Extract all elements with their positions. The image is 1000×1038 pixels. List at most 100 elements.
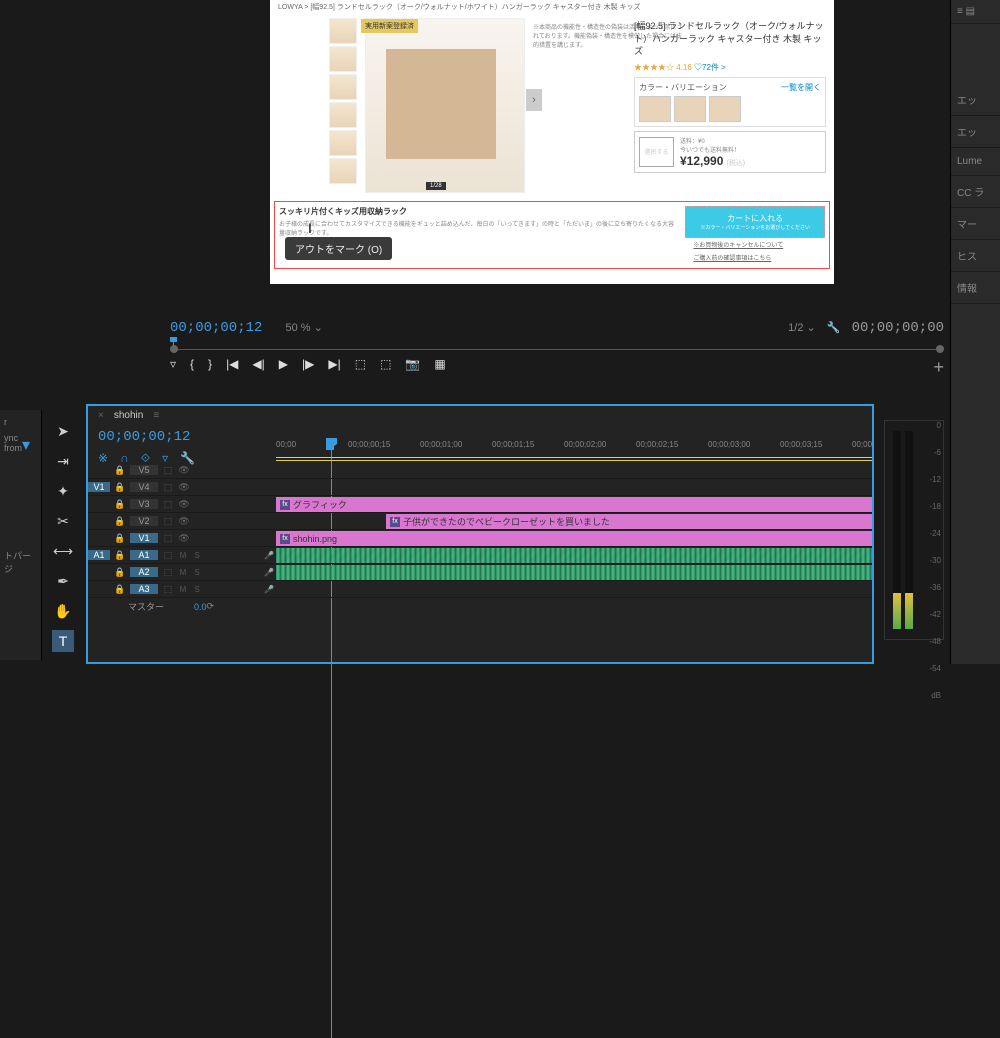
ruler-tick: 00;00;01;00	[420, 440, 462, 449]
track-header-v1[interactable]: 🔒V1⬚👁	[88, 530, 276, 547]
panel-text: トパージ	[4, 546, 37, 578]
shipping-note: 今いつでも送料無料！	[680, 145, 745, 154]
slip-tool-icon[interactable]: ⟷	[52, 540, 74, 562]
timeline-toolbar: ➤ ⇥ ✦ ✂ ⟷ ✒ ✋ T	[48, 420, 78, 652]
mark-out-icon[interactable]: }	[208, 357, 212, 378]
registered-badge: 実用新案登録済	[361, 19, 418, 33]
pen-tool-icon[interactable]: ✒	[52, 570, 74, 592]
ruler-tick: 00;00	[276, 440, 296, 449]
marker-icon[interactable]: ▾	[22, 435, 30, 455]
sequence-tab[interactable]: shohin	[114, 410, 143, 421]
cart-note: ※お買物後のキャンセルについて	[685, 238, 825, 251]
variation-label: カラー・バリエーション一覧を開く	[639, 82, 821, 93]
razor-tool-icon[interactable]: ✂	[52, 510, 74, 532]
mini-scrubber[interactable]	[170, 339, 944, 353]
track-header-v4[interactable]: V1🔒V4⬚👁	[88, 479, 276, 496]
comparison-icon[interactable]: ▦	[434, 357, 445, 378]
mark-in-icon[interactable]: {	[190, 357, 194, 378]
description-title: スッキリ片付くキッズ用収納ラック	[279, 206, 677, 217]
panel-tab-essential2[interactable]: エッ	[951, 116, 1000, 148]
clip-graphic[interactable]: fxグラフィック	[276, 497, 872, 512]
panel-text: ync from	[4, 430, 37, 456]
track-header-a2[interactable]: 🔒A2⬚MS🎤	[88, 564, 276, 581]
hand-tool-icon[interactable]: ✋	[52, 600, 74, 622]
panel-tab-icons[interactable]: ≡ ▤	[951, 0, 1000, 24]
ruler-tick: 00;00;00;15	[348, 440, 390, 449]
select-button: 選択する	[639, 137, 674, 167]
lift-icon[interactable]: ⬚	[355, 357, 366, 378]
product-title: [幅92.5] ランドセルラック（オーク/ウォルナット）ハンガーラック キャスタ…	[634, 20, 826, 58]
play-icon[interactable]: ▶	[279, 357, 288, 378]
step-back-icon[interactable]: ◀|	[252, 357, 264, 378]
right-side-panel: ≡ ▤ エッ エッ Lume CC ラ マー ヒス 情報	[950, 0, 1000, 664]
thumbnail	[329, 130, 357, 156]
playback-controls: ▿ { } |◀ ◀| ▶ |▶ ▶| ⬚ ⬚ 📷 ▦ +	[170, 357, 944, 378]
master-track[interactable]: マスター0.0⟳	[88, 598, 276, 615]
extract-icon[interactable]: ⬚	[380, 357, 391, 378]
duration-timecode: 00;00;00;00	[852, 320, 944, 336]
text-cursor-icon: I	[308, 220, 312, 236]
add-marker-icon[interactable]: ▿	[170, 357, 176, 378]
preview-thumbnail-strip	[329, 18, 357, 193]
variation-thumb	[639, 96, 671, 122]
add-button-icon[interactable]: +	[933, 357, 944, 378]
clip-video[interactable]: fxshohin.png	[276, 531, 872, 546]
ruler-tick: 00;00;03;00	[708, 440, 750, 449]
panel-tab-cc[interactable]: CC ラ	[951, 176, 1000, 208]
panel-tab-markers[interactable]: マー	[951, 208, 1000, 240]
next-image-icon: ›	[526, 89, 542, 111]
clip-subtitle[interactable]: fx子供ができたのでベビークローゼットを買いました	[386, 514, 872, 529]
timeline-timecode[interactable]: 00;00;00;12	[88, 425, 200, 449]
ruler-tick: 00;00;03;15	[780, 440, 822, 449]
zoom-dropdown[interactable]: 50 % ⌄	[285, 322, 322, 334]
ruler-tick: 00;00;	[852, 440, 874, 449]
preview-breadcrumb: LOWYA > [幅92.5] ランドセルラック（オーク/ウォルナット/ホワイト…	[270, 0, 834, 14]
go-to-in-icon[interactable]: |◀	[226, 357, 238, 378]
thumbnail	[329, 158, 357, 184]
project-panel-fragment: r ync from トパージ	[0, 410, 42, 660]
price-box: 選択する 送料：¥0 今いつでも送料無料！ ¥12,990 (税込)	[634, 131, 826, 173]
track-header-v3[interactable]: 🔒V3⬚👁	[88, 496, 276, 513]
type-tool-icon[interactable]: T	[52, 630, 74, 652]
go-to-out-icon[interactable]: ▶|	[328, 357, 340, 378]
variation-thumb	[674, 96, 706, 122]
selection-tool-icon[interactable]: ➤	[52, 420, 74, 442]
thumbnail	[329, 74, 357, 100]
step-forward-icon[interactable]: |▶	[302, 357, 314, 378]
meter-right	[905, 431, 913, 629]
track-headers: 🔒V5⬚👁 V1🔒V4⬚👁 🔒V3⬚👁 🔒V2⬚👁 🔒V1⬚👁 A1🔒A1⬚MS…	[88, 462, 276, 615]
ruler-tick: 00;00;01;15	[492, 440, 534, 449]
work-area-bar[interactable]	[276, 457, 872, 458]
ripple-edit-tool-icon[interactable]: ✦	[52, 480, 74, 502]
panel-tab-info[interactable]: 情報	[951, 272, 1000, 304]
export-frame-icon[interactable]: 📷	[405, 357, 420, 378]
clip-audio-a1[interactable]	[276, 548, 872, 563]
price: ¥12,990	[680, 154, 723, 168]
track-header-v2[interactable]: 🔒V2⬚👁	[88, 513, 276, 530]
timeline-ruler[interactable]: 00;00 00;00;00;15 00;00;01;00 00;00;01;15 00…	[276, 438, 872, 456]
clip-audio-a2[interactable]	[276, 565, 872, 580]
track-header-v5[interactable]: 🔒V5⬚👁	[88, 462, 276, 479]
meter-left	[893, 431, 901, 629]
track-content-area[interactable]: fxグラフィック fx子供ができたのでベビークローゼットを買いました fxsho…	[276, 462, 872, 598]
product-rating: ★★★★☆ 4.16 ♡72件 >	[634, 62, 826, 73]
ruler-tick: 00;00;02;15	[636, 440, 678, 449]
track-header-a3[interactable]: 🔒A3⬚MS🎤	[88, 581, 276, 598]
current-timecode[interactable]: 00;00;00;12	[170, 320, 262, 336]
track-header-a1[interactable]: A1🔒A1⬚MS🎤	[88, 547, 276, 564]
cart-button: カートに入れる ※カラー・バリエーションをお選びしてください	[685, 206, 825, 238]
thumbnail	[329, 18, 357, 44]
track-select-tool-icon[interactable]: ⇥	[52, 450, 74, 472]
meter-scale: 0 -6 -12 -18 -24 -30 -36 -42 -48 -54 dB	[929, 421, 941, 718]
panel-tab-history[interactable]: ヒス	[951, 240, 1000, 272]
transport-bar: 00;00;00;12 50 % ⌄ 1/2 ⌄ 🔧 00;00;00;00 ▿…	[170, 320, 944, 385]
wrench-icon[interactable]: 🔧	[827, 322, 841, 334]
thumbnail	[329, 102, 357, 128]
cart-note: ご購入前の確認事項はこちら	[685, 251, 825, 264]
thumbnail	[329, 46, 357, 72]
panel-tab-essential1[interactable]: エッ	[951, 84, 1000, 116]
panel-tab-lumetri[interactable]: Lume	[951, 148, 1000, 176]
resolution-dropdown[interactable]: 1/2 ⌄	[788, 322, 816, 334]
preview-main-image: 実用新案登録済 1/28 ›	[365, 18, 525, 193]
timeline-panel: × shohin ≡ 00;00;00;12 ※ ∩ ⟐ ▿ 🔧 00;0000…	[86, 404, 874, 664]
